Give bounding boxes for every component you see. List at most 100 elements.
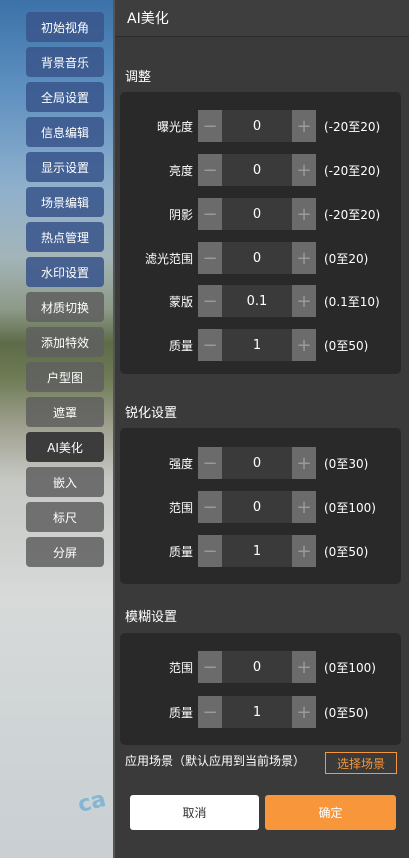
increment-button[interactable]: +: [292, 198, 316, 230]
decrement-button[interactable]: −: [198, 651, 222, 683]
decrement-button[interactable]: −: [198, 110, 222, 142]
range-hint: (0至30): [324, 456, 369, 471]
shadow-stepper: − 0 +: [198, 198, 316, 230]
cancel-button[interactable]: 取消: [130, 795, 259, 830]
increment-button[interactable]: +: [292, 696, 316, 728]
setting-label: 质量: [168, 338, 193, 353]
menu-item-info-edit[interactable]: 信息编辑: [26, 117, 104, 147]
decrement-button[interactable]: −: [198, 198, 222, 230]
mask-stepper: − 0.1 +: [198, 285, 316, 317]
filter-range-stepper: − 0 +: [198, 242, 316, 274]
setting-row-brightness: 亮度 − 0 + (-20至20): [120, 153, 401, 187]
decrement-button[interactable]: −: [198, 535, 222, 567]
decrement-button[interactable]: −: [198, 491, 222, 523]
range-hint: (0至100): [324, 660, 376, 675]
blur-range-stepper: − 0 +: [198, 651, 316, 683]
menu-item-scene-edit[interactable]: 场景编辑: [26, 187, 104, 217]
increment-button[interactable]: +: [292, 329, 316, 361]
increment-button[interactable]: +: [292, 535, 316, 567]
range-hint: (0至20): [324, 251, 369, 266]
increment-button[interactable]: +: [292, 154, 316, 186]
menu-item-floor-plan[interactable]: 户型图: [26, 362, 104, 392]
increment-button[interactable]: +: [292, 285, 316, 317]
stepper-value-input[interactable]: 1: [222, 329, 292, 361]
stepper-value-input[interactable]: 0: [222, 110, 292, 142]
blur-box: 范围 − 0 + (0至100) 质量 − 1 + (0至50): [120, 633, 401, 745]
section-title-sharpen: 锐化设置: [125, 406, 178, 421]
setting-row-exposure: 曝光度 − 0 + (-20至20): [120, 109, 401, 143]
increment-button[interactable]: +: [292, 491, 316, 523]
stepper-value-input[interactable]: 0: [222, 491, 292, 523]
increment-button[interactable]: +: [292, 242, 316, 274]
decrement-button[interactable]: −: [198, 329, 222, 361]
stepper-value-input[interactable]: 0: [222, 651, 292, 683]
setting-row-mask: 蒙版 − 0.1 + (0.1至10): [120, 284, 401, 318]
stepper-value-input[interactable]: 0.1: [222, 285, 292, 317]
range-hint: (-20至20): [324, 163, 381, 178]
increment-button[interactable]: +: [292, 651, 316, 683]
menu-item-global-settings[interactable]: 全局设置: [26, 82, 104, 112]
adjust-box: 曝光度 − 0 + (-20至20) 亮度 − 0 + (-20至20) 阴影 …: [120, 92, 401, 374]
sharpen-strength-stepper: − 0 +: [198, 447, 316, 479]
stepper-value-input[interactable]: 1: [222, 696, 292, 728]
menu-item-display-settings[interactable]: 显示设置: [26, 152, 104, 182]
watermark-decoration: ca: [75, 786, 109, 819]
panel-title: AI美化: [115, 0, 409, 37]
apply-scene-label: 应用场景（默认应用到当前场景）: [125, 754, 306, 768]
menu-item-add-effects[interactable]: 添加特效: [26, 327, 104, 357]
setting-row-sharpen-range: 范围 − 0 + (0至100): [120, 490, 401, 524]
menu-item-material-switch[interactable]: 材质切换: [26, 292, 104, 322]
choose-scene-button[interactable]: 选择场景: [325, 752, 397, 774]
blur-quality-stepper: − 1 +: [198, 696, 316, 728]
menu-item-bg-music[interactable]: 背景音乐: [26, 47, 104, 77]
quality-stepper: − 1 +: [198, 329, 316, 361]
menu-item-split-screen[interactable]: 分屏: [26, 537, 104, 567]
increment-button[interactable]: +: [292, 447, 316, 479]
stepper-value-input[interactable]: 0: [222, 198, 292, 230]
setting-row-blur-range: 范围 − 0 + (0至100): [120, 650, 401, 684]
menu-item-initial-view[interactable]: 初始视角: [26, 12, 104, 42]
stepper-value-input[interactable]: 0: [222, 242, 292, 274]
setting-row-filter-range: 滤光范围 − 0 + (0至20): [120, 241, 401, 275]
setting-label: 蒙版: [168, 294, 193, 309]
range-hint: (0至50): [324, 544, 369, 559]
range-hint: (0至100): [324, 500, 376, 515]
setting-row-quality: 质量 − 1 + (0至50): [120, 328, 401, 362]
setting-label: 强度: [168, 456, 193, 471]
stepper-value-input[interactable]: 0: [222, 447, 292, 479]
menu-item-embed[interactable]: 嵌入: [26, 467, 104, 497]
range-hint: (0至50): [324, 338, 369, 353]
increment-button[interactable]: +: [292, 110, 316, 142]
range-hint: (-20至20): [324, 207, 381, 222]
setting-label: 亮度: [168, 163, 193, 178]
setting-row-blur-quality: 质量 − 1 + (0至50): [120, 695, 401, 729]
decrement-button[interactable]: −: [198, 154, 222, 186]
setting-row-sharpen-strength: 强度 − 0 + (0至30): [120, 446, 401, 480]
menu-item-watermark[interactable]: 水印设置: [26, 257, 104, 287]
setting-row-sharpen-quality: 质量 − 1 + (0至50): [120, 534, 401, 568]
menu-item-hotspot-manage[interactable]: 热点管理: [26, 222, 104, 252]
sharpen-quality-stepper: − 1 +: [198, 535, 316, 567]
setting-label: 滤光范围: [144, 251, 193, 266]
range-hint: (-20至20): [324, 119, 381, 134]
setting-row-shadow: 阴影 − 0 + (-20至20): [120, 197, 401, 231]
range-hint: (0至50): [324, 705, 369, 720]
confirm-button[interactable]: 确定: [265, 795, 396, 830]
decrement-button[interactable]: −: [198, 696, 222, 728]
side-menu: 初始视角 背景音乐 全局设置 信息编辑 显示设置 场景编辑 热点管理 水印设置 …: [26, 12, 104, 572]
decrement-button[interactable]: −: [198, 242, 222, 274]
menu-item-mask[interactable]: 遮罩: [26, 397, 104, 427]
section-title-blur: 模糊设置: [125, 610, 178, 625]
section-title-adjust: 调整: [125, 70, 152, 85]
setting-label: 范围: [168, 500, 193, 515]
stepper-value-input[interactable]: 1: [222, 535, 292, 567]
range-hint: (0.1至10): [324, 294, 380, 309]
setting-label: 阴影: [168, 207, 193, 222]
decrement-button[interactable]: −: [198, 285, 222, 317]
stepper-value-input[interactable]: 0: [222, 154, 292, 186]
setting-label: 质量: [168, 544, 193, 559]
decrement-button[interactable]: −: [198, 447, 222, 479]
menu-item-ai-beautify[interactable]: AI美化: [26, 432, 104, 462]
sharpen-box: 强度 − 0 + (0至30) 范围 − 0 + (0至100) 质量 − 1 …: [120, 428, 401, 584]
menu-item-ruler[interactable]: 标尺: [26, 502, 104, 532]
